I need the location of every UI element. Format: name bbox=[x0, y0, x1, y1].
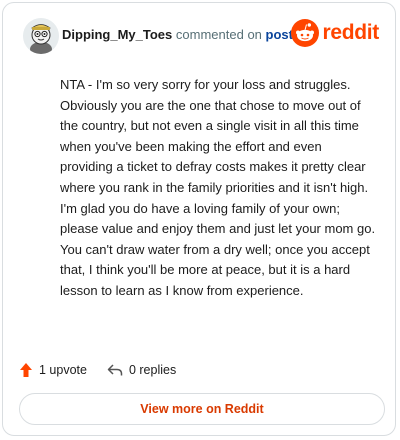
reply-count: 0 replies bbox=[128, 363, 177, 377]
reddit-brand[interactable]: reddit bbox=[291, 19, 379, 47]
comment-body: NTA - I'm so very sorry for your loss an… bbox=[60, 77, 376, 298]
post-link[interactable]: post bbox=[266, 27, 293, 42]
comment-embed-card: Dipping_My_Toes commented on post reddit… bbox=[2, 2, 396, 436]
reply-arrow-icon bbox=[107, 364, 123, 376]
view-more-on-reddit-button[interactable]: View more on Reddit bbox=[19, 393, 385, 425]
comment-header: Dipping_My_Toes commented on post reddit bbox=[19, 17, 379, 55]
comment-byline: Dipping_My_Toes commented on post bbox=[62, 27, 293, 42]
username-link[interactable]: Dipping_My_Toes bbox=[62, 27, 172, 42]
upvote-arrow-icon bbox=[20, 363, 32, 377]
upvote-button[interactable]: 1 upvote bbox=[19, 362, 87, 378]
comment-actions: 1 upvote 0 replies bbox=[19, 359, 196, 381]
avatar-icon[interactable] bbox=[23, 18, 59, 54]
upvote-count: 1 upvote bbox=[39, 363, 87, 377]
reddit-wordmark: reddit bbox=[322, 21, 379, 44]
byline-action-text: commented on bbox=[175, 27, 262, 42]
replies-button[interactable]: 0 replies bbox=[107, 363, 176, 377]
reddit-logo-icon bbox=[291, 19, 320, 47]
